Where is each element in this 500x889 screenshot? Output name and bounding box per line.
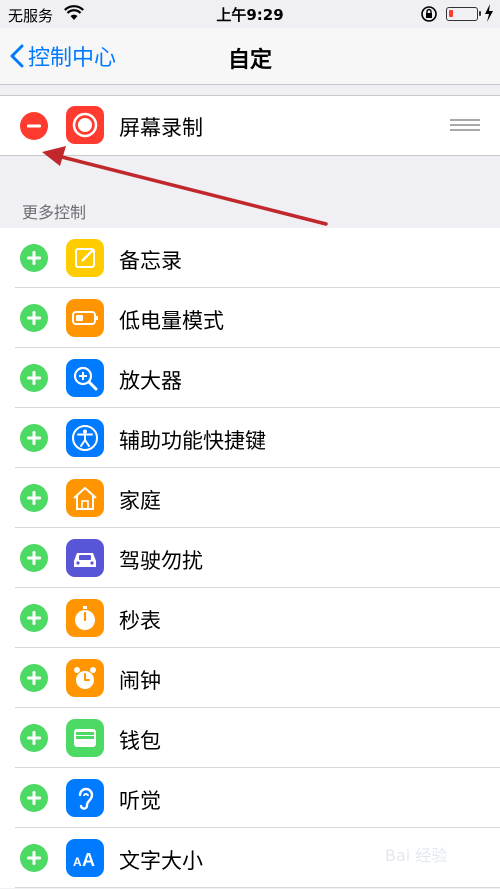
screen-record-icon [66,106,104,144]
add-button[interactable] [20,244,48,272]
plus-icon [27,611,41,625]
back-button-label: 控制中心 [28,46,117,71]
control-label: 听觉 [119,789,161,813]
plus-icon [27,551,41,565]
plus-icon [27,731,41,745]
list-item: 低电量模式 [0,288,500,348]
minus-icon [27,124,41,128]
notes-icon [66,239,104,277]
list-item: 钱包 [0,708,500,768]
plus-icon [27,491,41,505]
control-label: 家庭 [119,489,161,513]
accessibility-icon [66,419,104,457]
text-size-icon: AA [66,839,104,877]
list-item: 备忘录 [0,228,500,288]
add-button[interactable] [20,364,48,392]
list-item: 闹钟 [0,648,500,708]
list-item: 驾驶勿扰 [0,528,500,588]
remove-button[interactable] [20,112,48,140]
control-label: 闹钟 [119,669,161,693]
control-label: 低电量模式 [119,309,224,333]
svg-text:A: A [73,855,82,869]
add-button[interactable] [20,304,48,332]
add-button[interactable] [20,604,48,632]
row-divider [15,887,500,888]
add-button[interactable] [20,844,48,872]
battery-icon [446,7,481,21]
battery-level-fill [449,10,453,17]
control-label: 文字大小 [119,849,203,873]
baidu-watermark: Bai 经验 [385,846,448,865]
plus-icon [27,311,41,325]
add-button[interactable] [20,784,48,812]
add-button[interactable] [20,424,48,452]
control-label: 辅助功能快捷键 [119,429,266,453]
control-label: 钱包 [119,729,161,753]
list-item: 秒表 [0,588,500,648]
alarm-icon [66,659,104,697]
car-icon [66,539,104,577]
low-power-battery-icon [66,299,104,337]
list-item: 辅助功能快捷键 [0,408,500,468]
plus-icon [27,431,41,445]
nav-bar: 控制中心 自定 [0,28,500,85]
add-button[interactable] [20,664,48,692]
plus-icon [27,251,41,265]
rotation-lock-icon [420,5,438,27]
control-label: 备忘录 [119,249,182,273]
add-button[interactable] [20,484,48,512]
section-header-more-controls: 更多控制 [22,203,87,222]
included-controls-list: 屏幕录制 [0,95,500,156]
wallet-icon [66,719,104,757]
add-button[interactable] [20,724,48,752]
magnifier-icon [66,359,104,397]
add-button[interactable] [20,544,48,572]
back-button[interactable]: 控制中心 [10,40,116,72]
list-item: 放大器 [0,348,500,408]
charging-bolt-icon [484,4,494,26]
status-bar: 无服务 上午9:29 [0,0,500,28]
plus-icon [27,371,41,385]
control-label: 放大器 [119,369,182,393]
chevron-left-icon [10,44,24,68]
control-label: 驾驶勿扰 [119,549,203,573]
reorder-handle[interactable] [450,118,480,132]
control-label-screen-record: 屏幕录制 [119,116,203,140]
list-item: 家庭 [0,468,500,528]
list-item: 听觉 [0,768,500,828]
home-icon [66,479,104,517]
plus-icon [27,671,41,685]
plus-icon [27,851,41,865]
ear-icon [66,779,104,817]
plus-icon [27,791,41,805]
svg-text:A: A [82,850,95,870]
stopwatch-icon [66,599,104,637]
control-label: 秒表 [119,609,161,633]
